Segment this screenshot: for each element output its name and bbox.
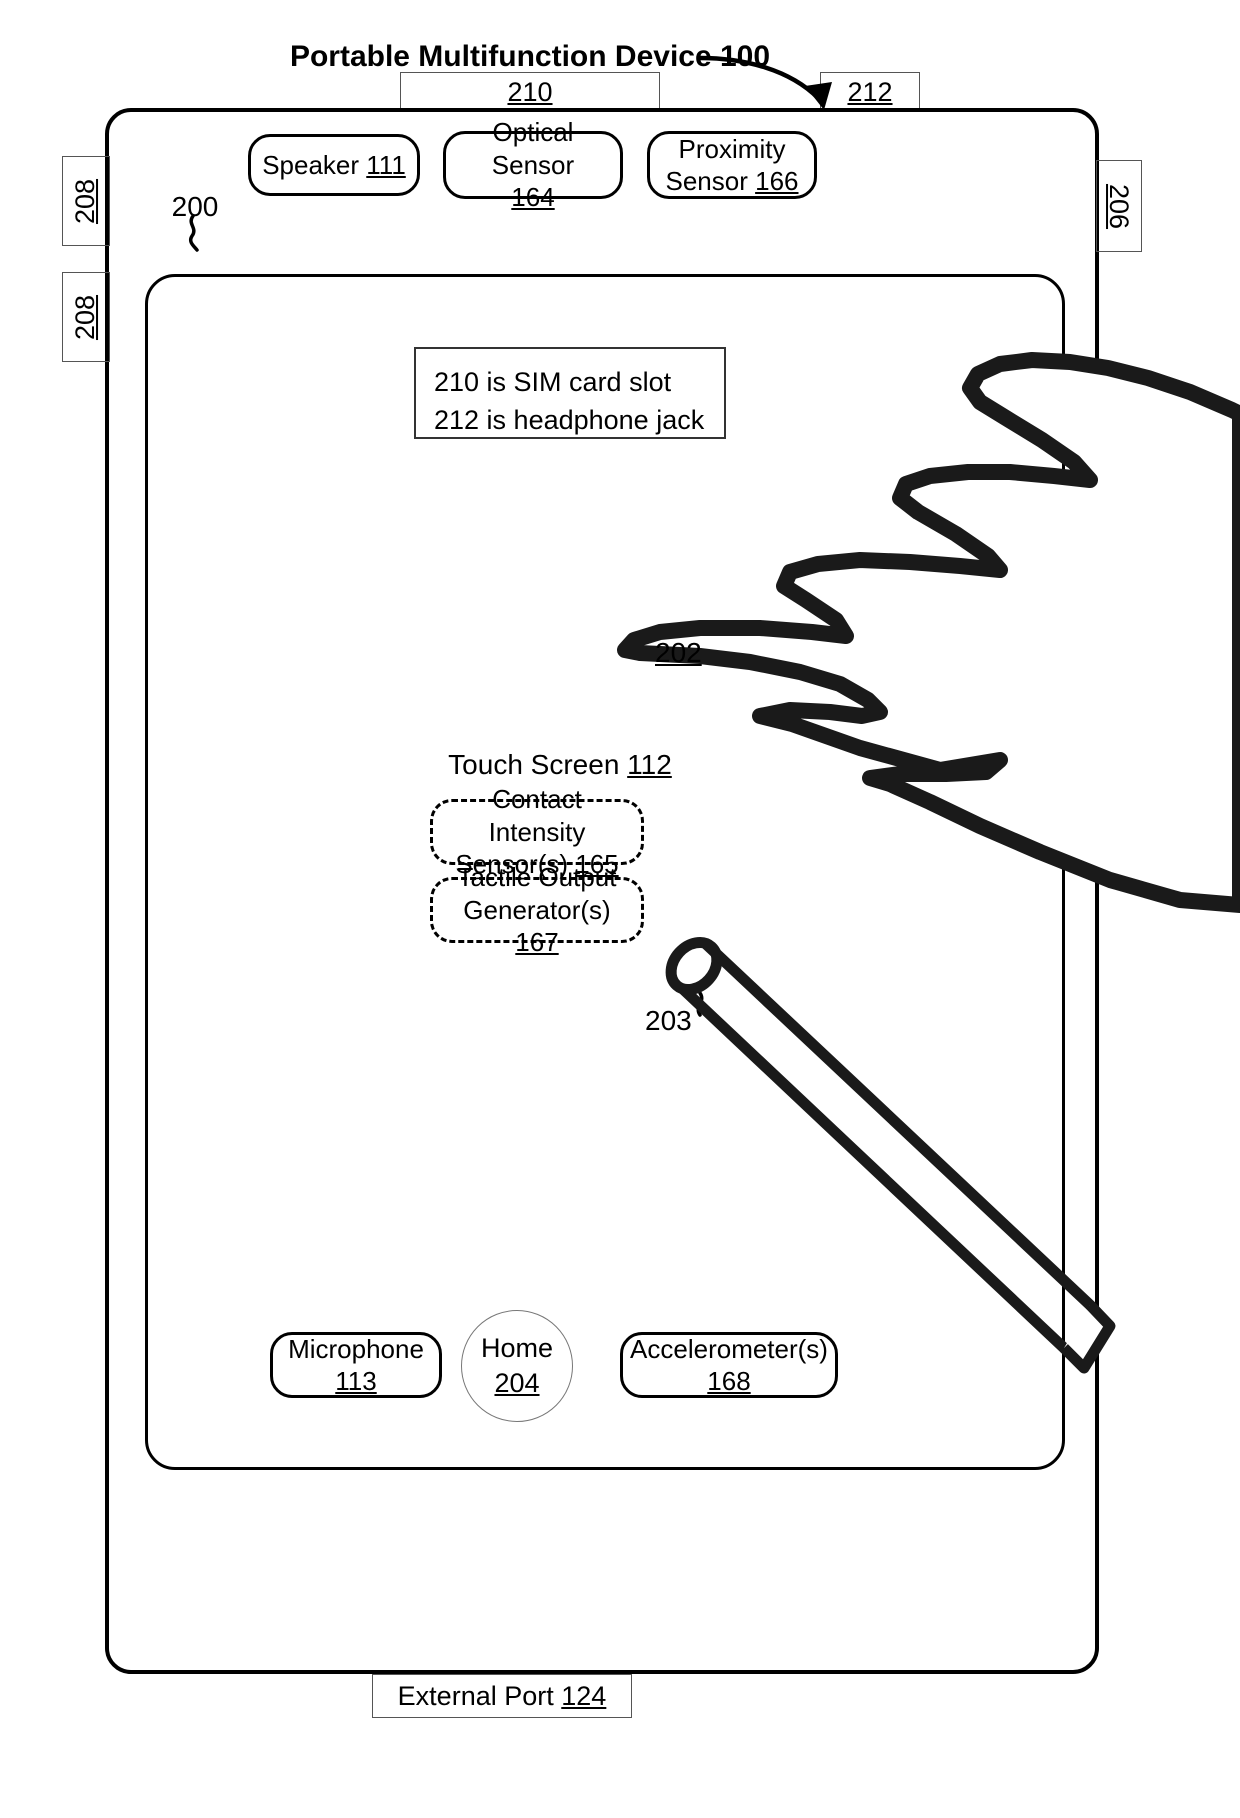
tactile-output-generator-label: Tactile Output Generator(s) 167 bbox=[457, 862, 617, 958]
proximity-sensor-box: Proximity Sensor 166 bbox=[647, 131, 817, 199]
callout-volume-button-upper: 208 bbox=[62, 156, 110, 246]
callout-external-port: External Port 124 bbox=[372, 1674, 632, 1718]
callout-power-button: 206 bbox=[1096, 160, 1142, 252]
callout-headphone-jack-ref: 212 bbox=[847, 76, 893, 107]
contact-intensity-sensor-box: Contact Intensity Sensor(s) 165 bbox=[430, 784, 644, 879]
microphone-label: Microphone 113 bbox=[288, 1333, 424, 1397]
callout-volume-button-upper-ref: 208 bbox=[70, 178, 101, 224]
figure-title: Portable Multifunction Device 100 bbox=[289, 40, 771, 73]
callout-sim-card-slot-ref: 210 bbox=[507, 76, 553, 107]
legend-line-1: 210 is SIM card slot bbox=[434, 367, 672, 397]
home-button-label: Home bbox=[480, 1332, 554, 1363]
callout-volume-button-lower: 208 bbox=[62, 272, 110, 362]
callout-headphone-jack: 212 bbox=[820, 72, 920, 112]
home-button-ref: 204 bbox=[494, 1368, 540, 1398]
optical-sensor-box: Optical Sensor 164 bbox=[443, 117, 623, 212]
callout-volume-button-lower-ref: 208 bbox=[70, 294, 101, 340]
device-ref-label: 200 bbox=[171, 191, 219, 222]
proximity-sensor-label: Proximity Sensor 166 bbox=[665, 133, 799, 197]
speaker-label: Speaker 111 bbox=[262, 149, 406, 180]
patent-figure: Portable Multifunction Device 100 210 21… bbox=[0, 0, 1240, 1818]
finger-ref-label: 202 bbox=[655, 637, 702, 668]
speaker-box: Speaker 111 bbox=[248, 134, 420, 196]
accelerometer-box: Accelerometer(s) 168 bbox=[620, 1332, 838, 1398]
callout-power-button-ref: 206 bbox=[1104, 183, 1135, 229]
callout-sim-card-slot: 210 bbox=[400, 72, 660, 112]
optical-sensor-label: Optical Sensor 164 bbox=[491, 117, 575, 213]
touch-screen-label: Touch Screen 112 bbox=[448, 749, 672, 780]
external-port-label: External Port 124 bbox=[397, 1680, 607, 1711]
legend-note-box: 210 is SIM card slot 212 is headphone ja… bbox=[414, 347, 726, 439]
home-button[interactable]: Home 204 bbox=[461, 1310, 573, 1422]
microphone-box: Microphone 113 bbox=[270, 1332, 442, 1398]
stylus-ref-label: 203 bbox=[645, 1005, 692, 1036]
tactile-output-generator-box: Tactile Output Generator(s) 167 bbox=[430, 862, 644, 957]
accelerometer-label: Accelerometer(s) 168 bbox=[630, 1333, 828, 1397]
legend-line-2: 212 is headphone jack bbox=[434, 405, 705, 436]
